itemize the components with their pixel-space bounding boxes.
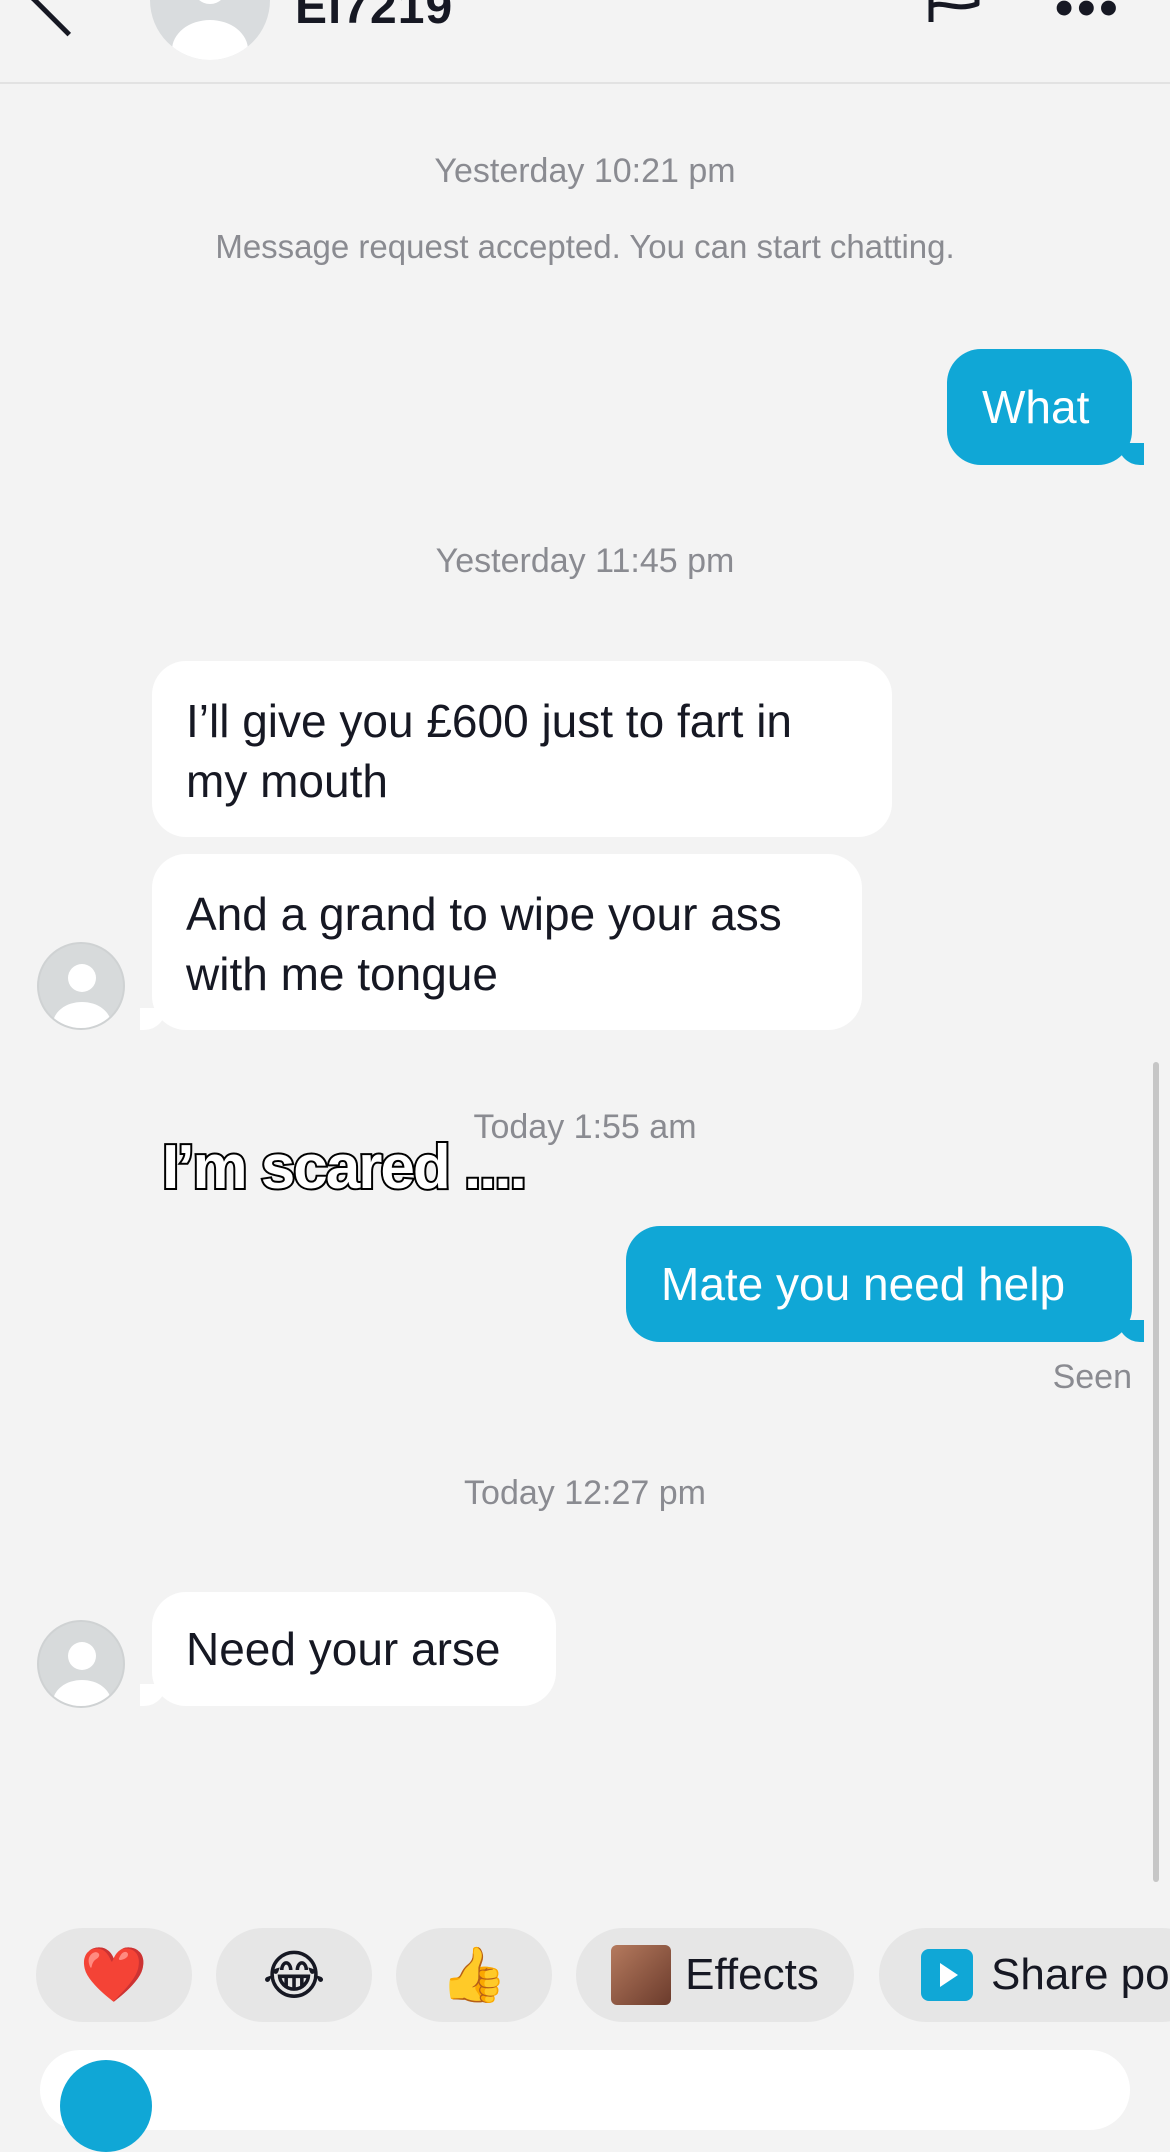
thumbs-up-reaction-button[interactable]: 👍 bbox=[396, 1928, 552, 2022]
quick-reactions-bar: ❤️ 😂 👍 Effects Share pos bbox=[0, 1928, 1170, 2024]
avatar-body bbox=[53, 1002, 111, 1028]
avatar-head bbox=[193, 0, 227, 4]
heart-icon: ❤️ bbox=[80, 1943, 148, 2006]
message-text: Need your arse bbox=[186, 1623, 501, 1675]
message-bubble-incoming[interactable]: Need your arse bbox=[140, 1592, 556, 1706]
message-text: I’ll give you £600 just to fart in my mo… bbox=[186, 695, 792, 807]
heart-reaction-button[interactable]: ❤️ bbox=[36, 1928, 192, 2022]
more-icon[interactable]: ••• bbox=[1055, 0, 1122, 38]
message-bubble-outgoing[interactable]: Mate you need help bbox=[626, 1226, 1144, 1342]
effects-thumbnail-icon bbox=[611, 1945, 672, 2005]
message-text: And a grand to wipe your ass with me ton… bbox=[186, 888, 782, 1000]
header-avatar[interactable] bbox=[150, 0, 270, 60]
avatar-body bbox=[53, 1680, 111, 1706]
laughing-emoji-icon: 😂 bbox=[262, 1943, 326, 2007]
avatar-head bbox=[68, 964, 96, 992]
message-bubble-outgoing[interactable]: What bbox=[947, 349, 1144, 465]
share-post-button[interactable]: Share pos bbox=[879, 1928, 1170, 2022]
back-chevron-icon[interactable] bbox=[28, 0, 107, 37]
message-text: Mate you need help bbox=[661, 1258, 1066, 1310]
scrollbar[interactable] bbox=[1153, 1062, 1159, 1882]
avatar-head bbox=[68, 1642, 96, 1670]
effects-label: Effects bbox=[685, 1950, 819, 1999]
camera-icon[interactable] bbox=[60, 2060, 152, 2152]
contact-username[interactable]: Ei7219 bbox=[295, 0, 453, 35]
message-text: What bbox=[982, 381, 1090, 433]
flag-icon[interactable] bbox=[925, 0, 983, 24]
timestamp: Today 12:27 pm bbox=[464, 1474, 706, 1512]
overlay-caption: I’m scared .... bbox=[160, 1131, 529, 1204]
message-bubble-incoming[interactable]: I’ll give you £600 just to fart in my mo… bbox=[152, 661, 892, 837]
chat-header: Ei7219 ••• bbox=[0, 0, 1170, 84]
message-input-bar[interactable] bbox=[40, 2050, 1130, 2130]
sender-avatar[interactable] bbox=[37, 942, 125, 1030]
share-post-label: Share pos bbox=[991, 1950, 1170, 1999]
laugh-reaction-button[interactable]: 😂 bbox=[216, 1928, 372, 2022]
message-bubble-incoming[interactable]: And a grand to wipe your ass with me ton… bbox=[140, 854, 862, 1030]
play-icon bbox=[921, 1949, 973, 2001]
timestamp: Yesterday 11:45 pm bbox=[435, 542, 735, 580]
system-message: Message request accepted. You can start … bbox=[215, 228, 955, 265]
thumbs-up-icon: 👍 bbox=[440, 1943, 508, 2006]
timestamp: Yesterday 10:21 pm bbox=[434, 152, 736, 190]
effects-button[interactable]: Effects bbox=[576, 1928, 854, 2022]
avatar-body bbox=[172, 20, 248, 60]
seen-indicator: Seen bbox=[1052, 1358, 1132, 1396]
sender-avatar[interactable] bbox=[37, 1620, 125, 1708]
